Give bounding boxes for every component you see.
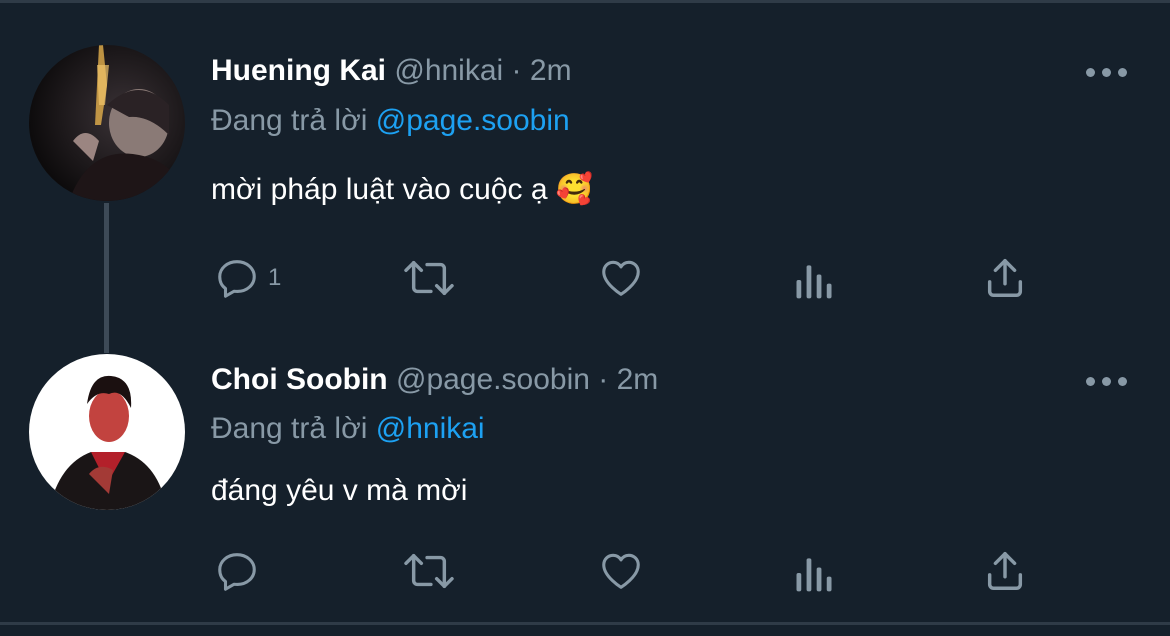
reply-button[interactable] [214, 549, 268, 593]
heart-icon [602, 553, 640, 589]
avatar[interactable] [29, 354, 185, 510]
mention-link[interactable]: @hnikai [376, 412, 485, 445]
share-button[interactable] [982, 549, 1028, 593]
display-name[interactable]: Choi Soobin [211, 363, 388, 396]
replying-to-label: Đang trả lời [211, 412, 368, 445]
separator-dot: · [598, 363, 609, 396]
user-handle[interactable]: @page.soobin [396, 363, 590, 396]
tweet-text: đáng yêu v mà mời [211, 474, 468, 507]
retweet-button[interactable] [402, 549, 456, 593]
more-options-icon[interactable] [1086, 374, 1128, 388]
bottom-strip [0, 625, 1170, 636]
replying-to: Đang trả lời @hnikai [211, 411, 485, 447]
reply-icon [218, 553, 256, 591]
analytics-icon [796, 558, 832, 592]
share-icon [987, 552, 1023, 590]
tweet-header: Choi Soobin @page.soobin · 2m [211, 362, 658, 398]
analytics-button[interactable] [792, 551, 834, 595]
timestamp[interactable]: 2m [617, 363, 659, 396]
retweet-icon [404, 553, 454, 589]
tweet-2[interactable]: Choi Soobin @page.soobin · 2m Đang trả l… [0, 0, 1170, 622]
like-button[interactable] [598, 549, 644, 593]
